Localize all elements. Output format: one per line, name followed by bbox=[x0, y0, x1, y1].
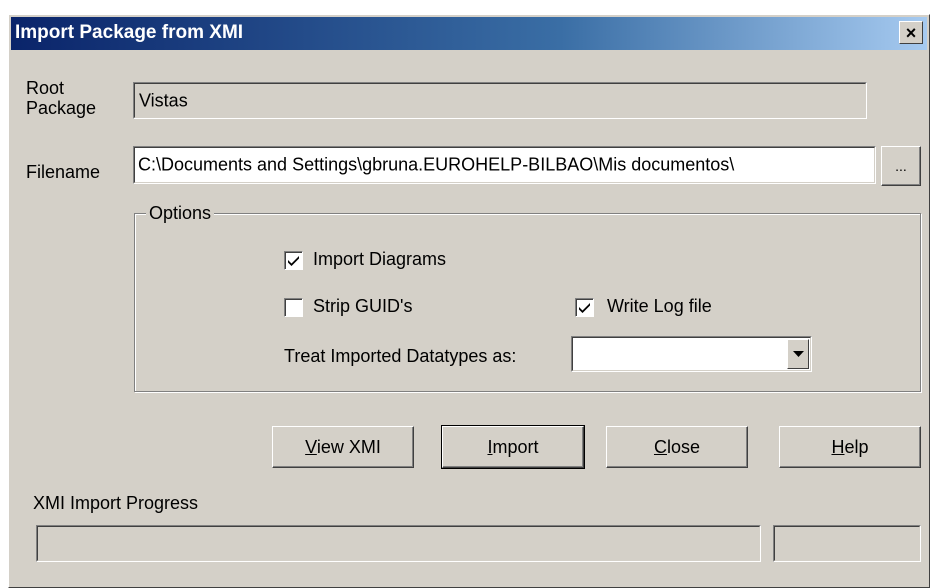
close-label: Close bbox=[653, 436, 701, 457]
checkmark-icon bbox=[288, 256, 299, 266]
close-icon: × bbox=[905, 22, 917, 43]
import-label: Import bbox=[487, 436, 539, 457]
chevron-down-icon bbox=[792, 350, 804, 357]
root-package-field: Vistas bbox=[133, 82, 867, 119]
view-xmi-button[interactable]: View XMI bbox=[272, 426, 414, 468]
strip-guids-label: Strip GUID's bbox=[313, 296, 413, 316]
checkmark-icon bbox=[579, 303, 590, 313]
help-button[interactable]: Help bbox=[779, 426, 921, 468]
datatypes-dropdown-button[interactable] bbox=[787, 339, 809, 369]
datatypes-select[interactable] bbox=[571, 336, 812, 372]
progress-status-box bbox=[773, 525, 921, 562]
filename-value: C:\Documents and Settings\gbruna.EUROHEL… bbox=[138, 154, 735, 175]
help-label: Help bbox=[831, 436, 869, 457]
import-diagrams-label: Import Diagrams bbox=[313, 249, 447, 269]
options-group-title: Options bbox=[146, 203, 215, 224]
close-button[interactable]: Close bbox=[606, 426, 748, 468]
import-button[interactable]: Import bbox=[441, 425, 585, 469]
root-package-label: Root Package bbox=[26, 78, 96, 118]
write-log-file-label: Write Log file bbox=[607, 296, 712, 316]
import-xmi-dialog: Import Package from XMI × Root Package V… bbox=[8, 14, 930, 588]
progress-label: XMI Import Progress bbox=[33, 493, 199, 513]
close-window-button[interactable]: × bbox=[899, 21, 923, 44]
datatypes-label: Treat Imported Datatypes as: bbox=[284, 346, 517, 366]
view-xmi-label: View XMI bbox=[305, 436, 381, 457]
window-title: Import Package from XMI bbox=[15, 22, 244, 43]
filename-input[interactable]: C:\Documents and Settings\gbruna.EUROHEL… bbox=[133, 146, 876, 184]
root-package-label-line2: Package bbox=[26, 98, 97, 118]
import-diagrams-checkbox[interactable] bbox=[284, 251, 303, 270]
title-bar[interactable]: Import Package from XMI × bbox=[11, 17, 927, 50]
progress-bar bbox=[36, 525, 761, 562]
root-package-value: Vistas bbox=[139, 90, 188, 110]
strip-guids-checkbox[interactable] bbox=[284, 298, 303, 317]
root-package-label-line1: Root bbox=[26, 78, 65, 98]
write-log-file-checkbox[interactable] bbox=[575, 298, 594, 317]
filename-label: Filename bbox=[26, 162, 101, 182]
browse-button[interactable]: ... bbox=[881, 146, 921, 186]
